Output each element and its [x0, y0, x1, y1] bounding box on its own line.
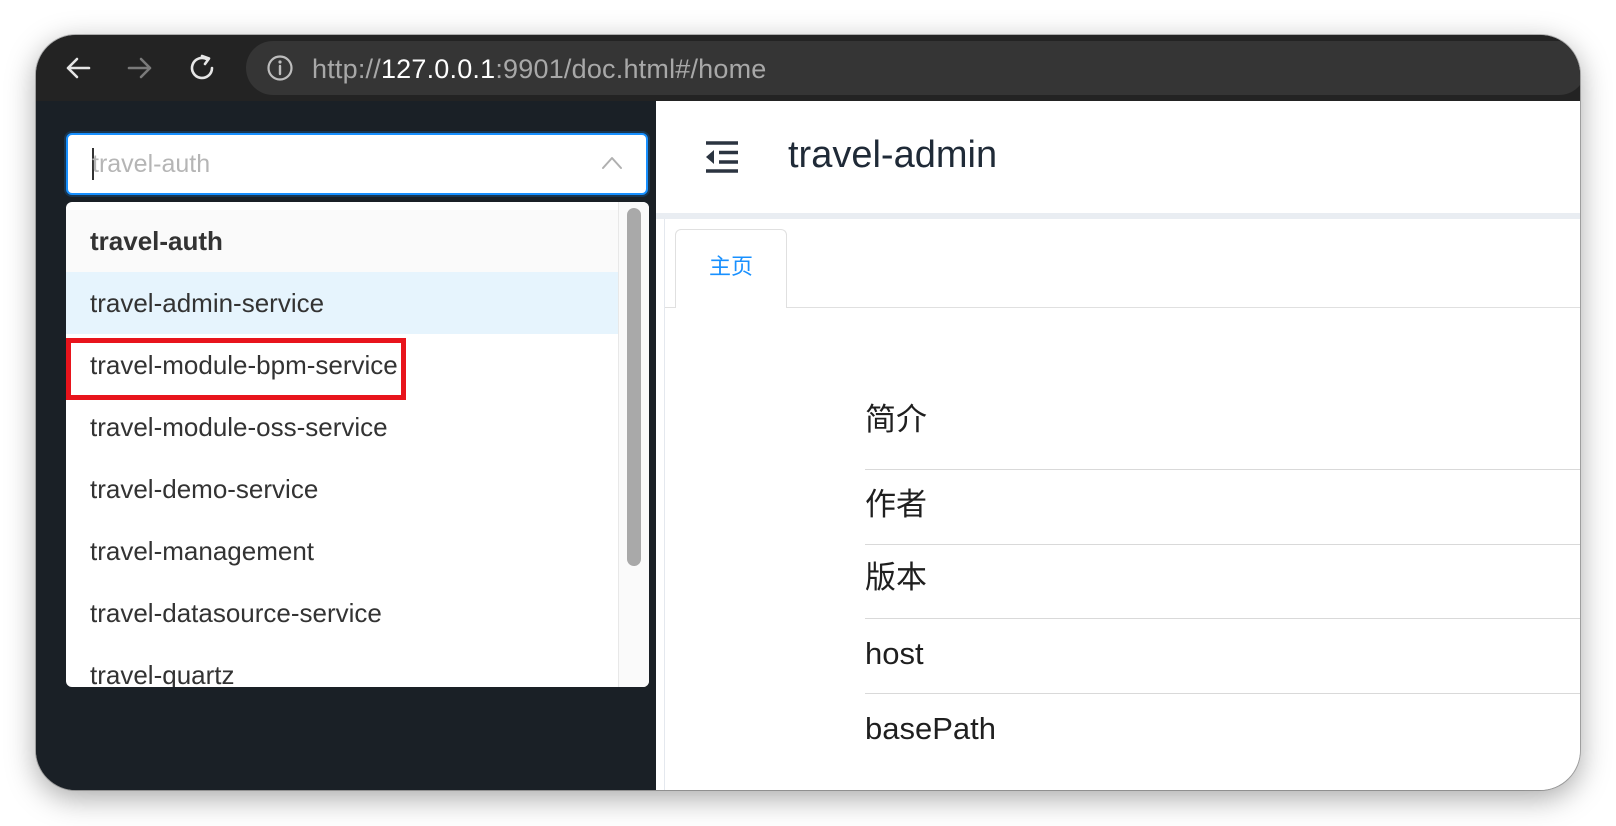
service-dropdown: travel-auth travel-admin-service travel-mo… — [66, 202, 649, 687]
url-text[interactable]: http://127.0.0.1:9901/doc.html#/home — [312, 54, 767, 84]
page-title: travel-admin — [788, 134, 998, 176]
dropdown-scrollbar-thumb[interactable] — [627, 208, 641, 566]
annotation-highlight-box — [66, 338, 406, 400]
service-select-placeholder: travel-auth — [92, 150, 211, 178]
service-option[interactable]: travel-auth — [66, 210, 618, 272]
service-option[interactable]: travel-quartz — [66, 644, 618, 687]
info-row-label: 作者 — [865, 470, 1580, 545]
dropdown-scrollbar-track[interactable] — [618, 202, 649, 687]
content-area: 主页 简介 作者 版本 host basePath — [664, 219, 1580, 790]
url-host: 127.0.0.1 — [380, 54, 496, 84]
info-row-label: basePath — [865, 711, 996, 746]
service-option[interactable]: travel-datasource-service — [66, 582, 618, 644]
address-bar[interactable]: http://127.0.0.1:9901/doc.html#/home — [246, 41, 1580, 95]
info-circle-icon[interactable] — [266, 54, 294, 82]
url-scheme: http:// — [312, 54, 381, 84]
info-row-label: host — [865, 619, 1580, 694]
back-button[interactable] — [56, 46, 100, 90]
sidebar: travel-auth travel-auth travel-admin-serv… — [36, 101, 656, 790]
main-panel: travel-admin 主页 简介 作者 版本 host basePath — [656, 101, 1580, 790]
menu-fold-icon[interactable] — [702, 137, 742, 177]
tab-home[interactable]: 主页 — [675, 229, 787, 308]
info-row-label: 版本 — [865, 545, 1580, 619]
reload-icon — [190, 54, 214, 80]
header: travel-admin — [656, 101, 1580, 219]
info-list: 简介 作者 版本 host basePath — [865, 387, 1580, 764]
browser-window: http://127.0.0.1:9901/doc.html#/home tra… — [36, 35, 1580, 790]
browser-toolbar: http://127.0.0.1:9901/doc.html#/home — [36, 35, 1580, 102]
service-option[interactable]: travel-demo-service — [66, 458, 618, 520]
arrow-left-icon — [66, 57, 91, 79]
service-select[interactable]: travel-auth — [66, 133, 648, 195]
service-options-list: travel-auth travel-admin-service travel-mo… — [66, 210, 618, 687]
chevron-up-icon[interactable] — [600, 153, 624, 173]
url-path: :9901/doc.html#/home — [495, 54, 767, 84]
info-row-label: 简介 — [865, 387, 1580, 470]
tab-bar: 主页 — [665, 219, 1580, 308]
arrow-right-icon — [127, 57, 152, 79]
reload-button[interactable] — [180, 46, 224, 90]
forward-button[interactable] — [118, 46, 162, 90]
service-option[interactable]: travel-admin-service — [66, 272, 618, 334]
service-option[interactable]: travel-management — [66, 520, 618, 582]
service-option[interactable]: travel-module-oss-service — [66, 396, 618, 458]
